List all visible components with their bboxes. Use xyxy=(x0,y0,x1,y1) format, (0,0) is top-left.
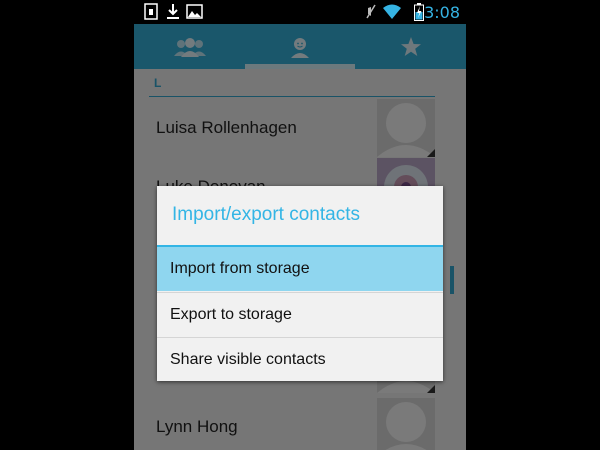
image-icon xyxy=(186,4,203,19)
share-visible-contacts-option[interactable]: Share visible contacts xyxy=(157,338,443,382)
download-icon xyxy=(167,4,179,19)
import-from-storage-option[interactable]: Import from storage xyxy=(157,247,443,291)
option-label: Share visible contacts xyxy=(170,351,326,368)
sim-icon xyxy=(144,3,158,20)
mute-icon xyxy=(366,4,376,19)
wifi-icon xyxy=(383,4,401,19)
status-time: 3:08 xyxy=(424,3,460,22)
export-to-storage-option[interactable]: Export to storage xyxy=(157,293,443,337)
dialog-title: Import/export contacts xyxy=(172,204,360,225)
option-label: Import from storage xyxy=(170,260,310,277)
option-label: Export to storage xyxy=(170,306,292,323)
status-bar: 3:08 xyxy=(134,0,466,24)
import-export-dialog: Import/export contacts Import from stora… xyxy=(157,186,443,381)
battery-icon xyxy=(414,3,424,21)
